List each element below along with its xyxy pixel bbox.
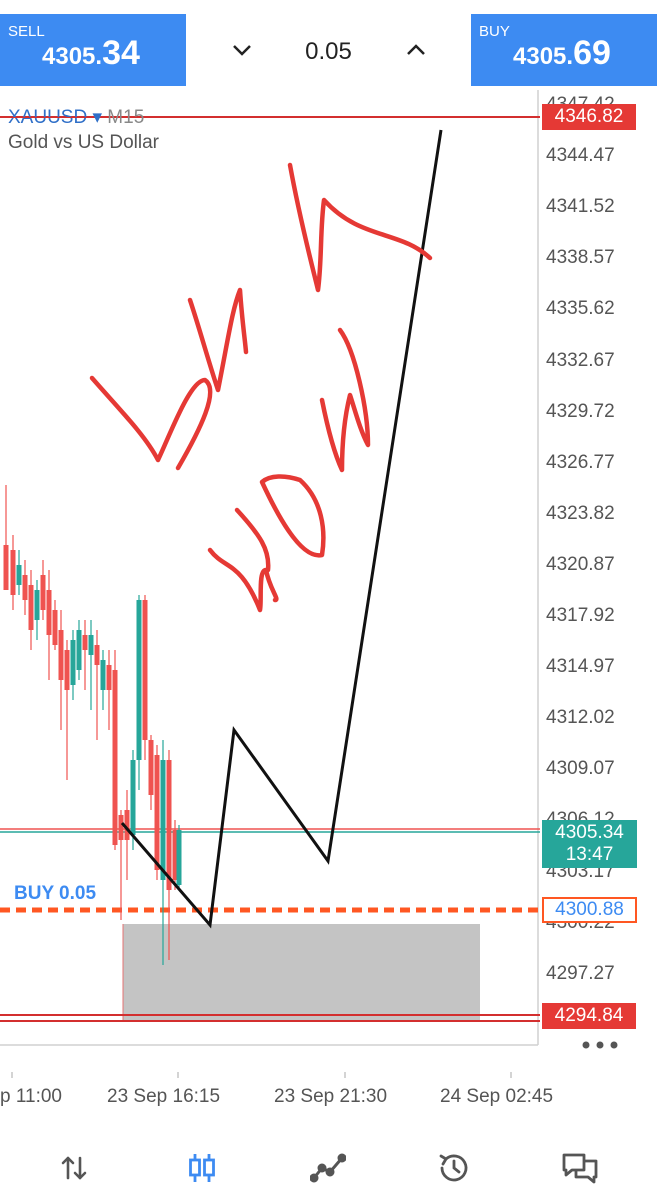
candle-body [82, 635, 88, 650]
stop-loss-tag[interactable]: 4294.84 [542, 1003, 636, 1029]
symbol-header[interactable]: XAUUSD ▾ M15 [8, 106, 144, 129]
buy-label: BUY [479, 23, 510, 40]
time-label: 23 Sep 21:30 [274, 1086, 388, 1107]
candle-body [70, 640, 76, 685]
candle-body [58, 630, 64, 680]
candle-body [136, 600, 142, 760]
candle-body [88, 635, 94, 655]
candle-body [112, 670, 118, 845]
price-tick-label: 4297.27 [546, 962, 615, 984]
candle-body [76, 630, 82, 670]
chevron-up-icon[interactable] [398, 32, 434, 68]
price-chart[interactable]: XAUUSD ▾ M15 Gold vs US Dollar 4347.4243… [0, 90, 657, 1090]
bar-countdown: 13:47 [565, 844, 614, 865]
price-tick-label: 4320.87 [546, 553, 615, 575]
buy-button[interactable]: BUY 4305.69 [471, 14, 657, 86]
candle-body [28, 585, 34, 630]
history-icon[interactable] [434, 1148, 474, 1188]
price-tick-label: 4309.07 [546, 758, 615, 780]
candle-body [118, 815, 124, 840]
trade-bar: SELL 4305.34 0.05 BUY 4305.69 [0, 14, 657, 86]
sell-price: 4305.34 [42, 34, 140, 72]
candle-body [22, 575, 28, 600]
price-tick-label: 4335.62 [546, 298, 615, 320]
price-tick-label: 4341.52 [546, 196, 615, 218]
candle-body [94, 645, 100, 665]
candle-body [106, 665, 112, 690]
stop-loss-zone [123, 924, 480, 1021]
more-options-icon[interactable] [580, 1038, 620, 1050]
candle-body [130, 760, 136, 835]
candle-body [160, 760, 166, 880]
sell-label: SELL [8, 23, 45, 40]
candle-body [176, 830, 182, 885]
bid-price-value: 4305.34 [555, 822, 624, 843]
candle-body [3, 545, 9, 590]
price-tick-label: 4323.82 [546, 502, 615, 524]
position-label[interactable]: BUY 0.05 [14, 883, 96, 905]
bid-price-tag: 4305.34 13:47 [542, 820, 637, 868]
candle-body [148, 740, 154, 795]
candle-body [52, 610, 58, 645]
candle-body [64, 650, 70, 690]
price-tick-label: 4317.92 [546, 605, 615, 626]
buy-price: 4305.69 [513, 34, 611, 72]
candle-body [10, 550, 16, 595]
trend-chart-icon[interactable] [308, 1148, 348, 1188]
lot-size-stepper: 0.05 [186, 14, 471, 86]
price-tick-label: 4314.97 [546, 656, 615, 678]
candle-body [100, 660, 106, 690]
candle-body [46, 590, 52, 635]
candlesticks-icon[interactable] [182, 1148, 222, 1188]
chevron-down-icon[interactable] [224, 32, 260, 68]
price-tick-label: 4329.72 [546, 400, 615, 422]
symbol-description: Gold vs US Dollar [8, 132, 159, 153]
candle-body [166, 760, 172, 890]
candle-body [40, 575, 46, 610]
time-label: 23 Sep 16:15 [107, 1086, 221, 1107]
take-profit-tag[interactable]: 4346.82 [542, 104, 636, 130]
candle-body [34, 590, 40, 620]
entry-price-tag[interactable]: 4300.88 [542, 897, 637, 923]
price-tick-label: 4326.77 [546, 451, 615, 473]
price-tick-label: 4312.02 [546, 707, 615, 729]
time-axis[interactable]: p 11:00 23 Sep 16:15 23 Sep 21:30 24 Sep… [0, 1072, 657, 1112]
price-tick-label: 4344.47 [546, 145, 615, 167]
sell-button[interactable]: SELL 4305.34 [0, 14, 186, 86]
time-label: 24 Sep 02:45 [440, 1086, 554, 1107]
price-tick-label: 4332.67 [546, 349, 615, 371]
candle-body [16, 565, 22, 585]
chat-icon[interactable] [560, 1148, 600, 1188]
arrows-updown-icon[interactable] [54, 1148, 94, 1188]
bottom-navigation [0, 1130, 657, 1200]
candle-body [142, 600, 148, 740]
time-label: p 11:00 [0, 1086, 62, 1107]
price-tick-label: 4338.57 [546, 247, 615, 269]
candle-body [154, 755, 160, 870]
handwritten-annotation [89, 162, 433, 613]
lot-size-value[interactable]: 0.05 [286, 38, 371, 66]
